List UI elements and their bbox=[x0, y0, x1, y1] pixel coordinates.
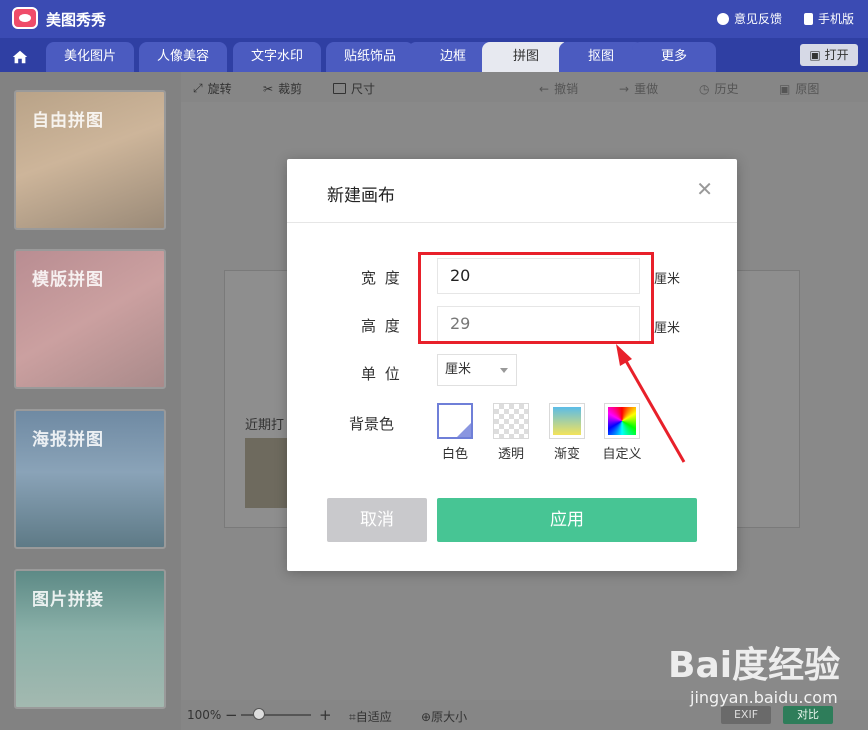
height-unit: 厘米 bbox=[654, 321, 681, 336]
bg-white-label: 白色 bbox=[441, 447, 468, 462]
cancel-button[interactable]: 取消 bbox=[327, 498, 427, 542]
feedback-link[interactable]: 意见反馈 bbox=[716, 10, 782, 27]
redo-button[interactable]: → 重做 bbox=[619, 80, 658, 97]
zoom-in-button[interactable]: + bbox=[319, 706, 332, 724]
baidu-logo: Bai度经验 bbox=[668, 645, 841, 686]
undo-button[interactable]: ← 撤销 bbox=[539, 80, 578, 97]
clock-icon: ◷ bbox=[699, 81, 710, 96]
unit-label: 单 位 bbox=[361, 365, 402, 383]
open-button[interactable]: ▣ 打开 bbox=[800, 44, 858, 66]
dialog-header: 新建画布 ✕ bbox=[287, 159, 737, 223]
tab-bar: 美化图片 人像美容 文字水印 贴纸饰品 边框 拼图 抠图 更多 ▣ 打开 bbox=[0, 38, 868, 72]
recent-thumbnail[interactable] bbox=[245, 438, 289, 508]
chat-icon bbox=[716, 13, 729, 25]
card-image-stitch[interactable]: 图片拼接 bbox=[14, 569, 166, 709]
tab-portrait[interactable]: 人像美容 bbox=[139, 42, 227, 72]
height-label: 高 度 bbox=[361, 317, 402, 335]
image-icon: ▣ bbox=[779, 81, 791, 96]
width-unit: 厘米 bbox=[654, 272, 681, 287]
app-logo-icon bbox=[12, 7, 38, 29]
original-button[interactable]: ▣ 原图 bbox=[779, 80, 819, 97]
zoom-out-button[interactable]: − bbox=[225, 706, 238, 724]
zoom-slider-handle[interactable] bbox=[253, 708, 265, 720]
bg-custom-swatch[interactable] bbox=[604, 403, 640, 439]
check-icon bbox=[457, 423, 471, 437]
home-button[interactable] bbox=[0, 42, 40, 72]
bg-gradient-swatch[interactable] bbox=[549, 403, 585, 439]
new-canvas-dialog: 新建画布 ✕ 宽 度 20 厘米 高 度 29 厘米 单 位 厘米 背景色 白色… bbox=[287, 159, 737, 571]
history-button[interactable]: ◷ 历史 bbox=[699, 80, 739, 97]
bg-white-swatch[interactable] bbox=[437, 403, 473, 439]
card-free-collage[interactable]: 自由拼图 bbox=[14, 90, 166, 230]
size-button[interactable]: 尺寸 bbox=[333, 80, 375, 97]
zoom-level: 100% bbox=[187, 708, 222, 722]
edit-toolbar: ⤢ 旋转 ✂ 裁剪 尺寸 ← 撤销 → 重做 ◷ 历史 ▣ 原图 bbox=[181, 72, 868, 102]
zoom-slider[interactable] bbox=[241, 714, 311, 716]
watermark-url: jingyan.baidu.com bbox=[690, 688, 838, 707]
card-template-collage[interactable]: 模版拼图 bbox=[14, 249, 166, 389]
title-bar: 美图秀秀 意见反馈 手机版 bbox=[0, 0, 868, 38]
magnifier-icon: ⊕ bbox=[421, 710, 432, 724]
rotate-button[interactable]: ⤢ 旋转 bbox=[193, 80, 232, 97]
tab-cutout[interactable]: 抠图 bbox=[559, 42, 643, 72]
bg-custom-label: 自定义 bbox=[602, 447, 642, 462]
collage-sidebar: 自由拼图 模版拼图 海报拼图 图片拼接 bbox=[0, 72, 181, 730]
actual-size-button[interactable]: ⊕原大小 bbox=[421, 708, 467, 725]
scissors-icon: ✂ bbox=[263, 81, 274, 96]
tab-stickers[interactable]: 贴纸饰品 bbox=[326, 42, 414, 72]
phone-icon bbox=[803, 13, 813, 25]
fit-button[interactable]: ⌗自适应 bbox=[349, 708, 392, 725]
tab-collage[interactable]: 拼图 bbox=[482, 42, 570, 72]
size-icon bbox=[333, 83, 346, 94]
fit-icon: ⌗ bbox=[349, 710, 356, 724]
title-bar-actions: 意见反馈 手机版 bbox=[716, 10, 854, 27]
undo-icon: ← bbox=[539, 81, 550, 96]
recent-label: 近期打 bbox=[245, 418, 285, 433]
dialog-title: 新建画布 bbox=[327, 186, 395, 206]
tab-more[interactable]: 更多 bbox=[632, 42, 716, 72]
tab-text[interactable]: 文字水印 bbox=[233, 42, 321, 72]
background-label: 背景色 bbox=[349, 415, 395, 433]
unit-select[interactable]: 厘米 bbox=[437, 354, 517, 386]
redo-icon: → bbox=[619, 81, 630, 96]
rotate-icon: ⤢ bbox=[193, 81, 203, 95]
chevron-down-icon bbox=[500, 368, 508, 373]
bg-transparent-label: 透明 bbox=[497, 447, 524, 462]
card-poster-collage[interactable]: 海报拼图 bbox=[14, 409, 166, 549]
home-icon bbox=[12, 50, 28, 64]
apply-button[interactable]: 应用 bbox=[437, 498, 697, 542]
bg-transparent-swatch[interactable] bbox=[493, 403, 529, 439]
bg-gradient-label: 渐变 bbox=[553, 447, 580, 462]
annotation-highlight-box bbox=[418, 252, 654, 344]
baidu-watermark: Bai度经验 jingyan.baidu.com bbox=[668, 636, 858, 712]
mobile-link[interactable]: 手机版 bbox=[803, 10, 854, 27]
close-icon[interactable]: ✕ bbox=[696, 179, 713, 199]
crop-button[interactable]: ✂ 裁剪 bbox=[263, 80, 302, 97]
app-title: 美图秀秀 bbox=[46, 11, 107, 29]
width-label: 宽 度 bbox=[361, 269, 402, 287]
image-icon: ▣ bbox=[809, 48, 825, 62]
tab-beautify[interactable]: 美化图片 bbox=[46, 42, 134, 72]
